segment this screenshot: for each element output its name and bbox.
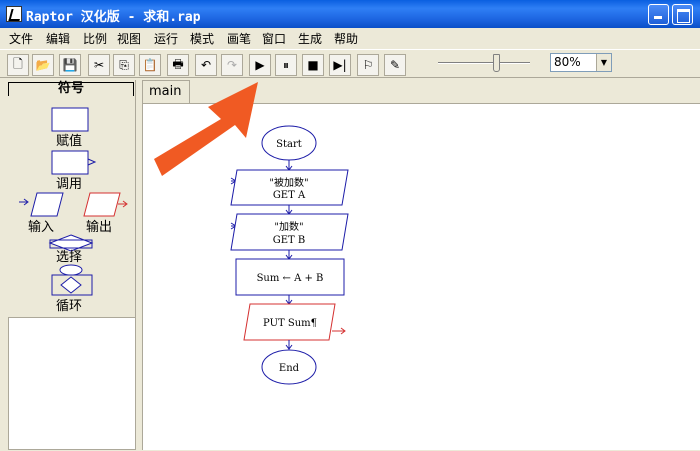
annotation-arrow-icon: [154, 82, 258, 176]
